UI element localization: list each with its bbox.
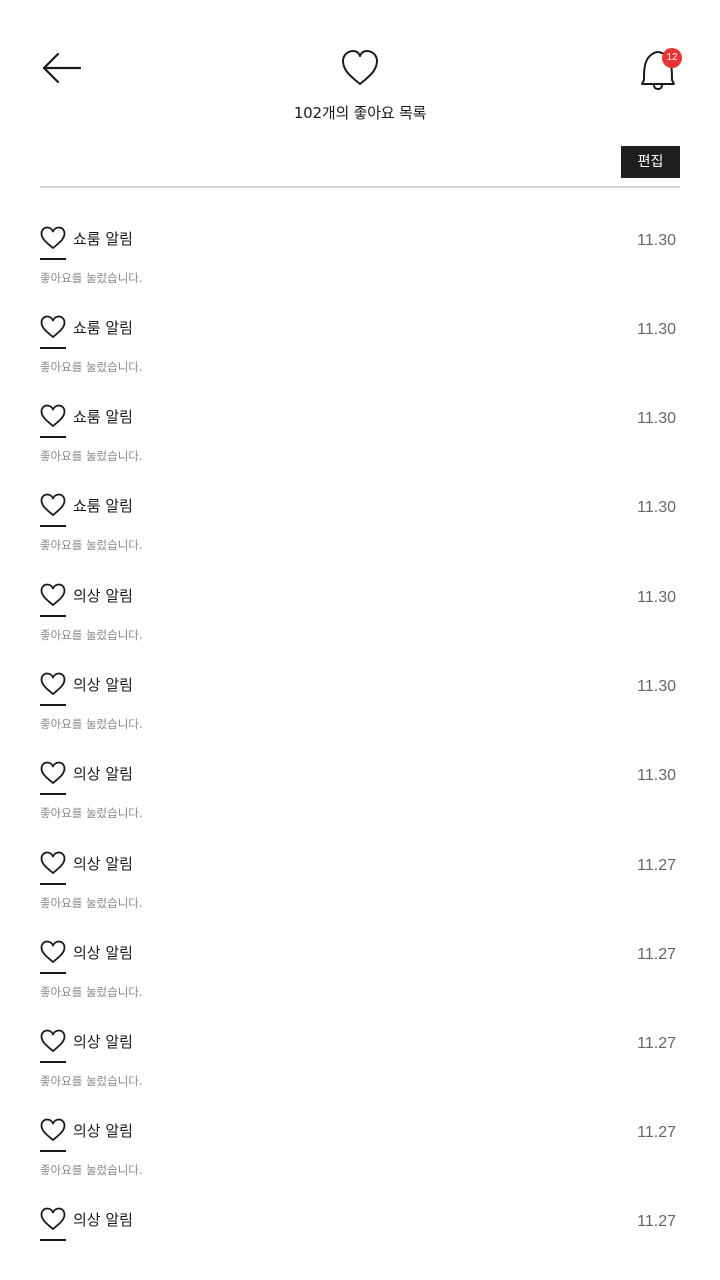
item-date: 11.30 <box>637 678 676 695</box>
item-underline <box>40 1061 66 1063</box>
item-date: 11.30 <box>637 321 676 338</box>
notification-badge: 12 <box>662 48 682 68</box>
item-date: 11.30 <box>637 410 676 427</box>
heart-outline-icon <box>40 851 66 874</box>
heart-outline-icon <box>40 315 66 338</box>
item-date: 11.30 <box>637 589 676 606</box>
item-underline <box>40 1150 66 1152</box>
item-description: 좋아요를 눌렀습니다. <box>40 271 143 285</box>
list-item[interactable]: 의상 알림 11.30 좋아요를 눌렀습니다. <box>40 583 680 663</box>
list-item[interactable]: 쇼룸 알림 11.30 좋아요를 눌렀습니다. <box>40 226 680 306</box>
item-label: 의상 알림 <box>73 765 133 783</box>
item-underline <box>40 793 66 795</box>
item-date: 11.27 <box>637 857 676 874</box>
list-item[interactable]: 쇼룸 알림 11.30 좋아요를 눌렀습니다. <box>40 493 680 573</box>
page-title: 102개의 좋아요 목록 <box>293 104 427 122</box>
list-item[interactable]: 의상 알림 11.27 좋아요를 눌렀습니다. <box>40 940 680 1020</box>
item-description: 좋아요를 눌렀습니다. <box>40 985 143 999</box>
list-item[interactable]: 쇼룸 알림 11.30 좋아요를 눌렀습니다. <box>40 404 680 484</box>
item-description: 좋아요를 눌렀습니다. <box>40 628 143 642</box>
item-label: 의상 알림 <box>73 676 133 694</box>
list-item[interactable]: 의상 알림 11.27 좋아요를 눌렀습니다. <box>40 1029 680 1109</box>
item-description: 좋아요를 눌렀습니다. <box>40 717 143 731</box>
heart-outline-icon <box>40 1207 66 1230</box>
item-underline <box>40 883 66 885</box>
edit-button[interactable]: 편집 <box>621 146 680 178</box>
list-item[interactable]: 의상 알림 11.27 좋아요를 눌렀습니다. <box>40 851 680 931</box>
list-item[interactable]: 의상 알림 11.27 <box>40 1207 680 1267</box>
list-item[interactable]: 의상 알림 11.30 좋아요를 눌렀습니다. <box>40 761 680 841</box>
heart-outline-icon <box>40 226 66 249</box>
item-label: 쇼룸 알림 <box>73 319 133 337</box>
heart-outline-icon <box>40 940 66 963</box>
item-description: 좋아요를 눌렀습니다. <box>40 360 143 374</box>
divider <box>40 186 680 188</box>
item-label: 쇼룸 알림 <box>73 408 133 426</box>
item-date: 11.30 <box>637 767 676 784</box>
header: 12 102개의 좋아요 목록 편집 <box>0 0 720 190</box>
heart-outline-icon <box>40 404 66 427</box>
list-item[interactable]: 쇼룸 알림 11.30 좋아요를 눌렀습니다. <box>40 315 680 395</box>
item-description: 좋아요를 눌렀습니다. <box>40 538 143 552</box>
notification-button[interactable]: 12 <box>632 44 688 94</box>
item-label: 의상 알림 <box>73 944 133 962</box>
heart-outline-icon <box>338 46 382 90</box>
item-underline <box>40 347 66 349</box>
item-label: 의상 알림 <box>73 1122 133 1140</box>
item-date: 11.30 <box>637 499 676 516</box>
item-description: 좋아요를 눌렀습니다. <box>40 1163 143 1177</box>
item-underline <box>40 1239 66 1241</box>
item-date: 11.30 <box>637 232 676 249</box>
item-underline <box>40 615 66 617</box>
back-button[interactable] <box>38 46 86 90</box>
item-date: 11.27 <box>637 946 676 963</box>
list-item[interactable]: 의상 알림 11.27 좋아요를 눌렀습니다. <box>40 1118 680 1198</box>
item-underline <box>40 436 66 438</box>
arrow-left-icon <box>42 52 82 84</box>
item-description: 좋아요를 눌렀습니다. <box>40 1074 143 1088</box>
item-date: 11.27 <box>637 1124 676 1141</box>
item-underline <box>40 525 66 527</box>
heart-outline-icon <box>40 1118 66 1141</box>
item-label: 의상 알림 <box>73 587 133 605</box>
item-label: 쇼룸 알림 <box>73 497 133 515</box>
list-item[interactable]: 의상 알림 11.30 좋아요를 눌렀습니다. <box>40 672 680 752</box>
item-description: 좋아요를 눌렀습니다. <box>40 806 143 820</box>
item-underline <box>40 704 66 706</box>
item-date: 11.27 <box>637 1213 676 1230</box>
heart-outline-icon <box>40 583 66 606</box>
item-label: 의상 알림 <box>73 855 133 873</box>
item-label: 의상 알림 <box>73 1033 133 1051</box>
item-description: 좋아요를 눌렀습니다. <box>40 449 143 463</box>
item-label: 의상 알림 <box>73 1211 133 1229</box>
heart-outline-icon <box>40 672 66 695</box>
heart-outline-icon <box>40 1029 66 1052</box>
item-label: 쇼룸 알림 <box>73 230 133 248</box>
item-description: 좋아요를 눌렀습니다. <box>40 896 143 910</box>
heart-outline-icon <box>40 493 66 516</box>
item-underline <box>40 258 66 260</box>
item-underline <box>40 972 66 974</box>
item-date: 11.27 <box>637 1035 676 1052</box>
heart-outline-icon <box>40 761 66 784</box>
